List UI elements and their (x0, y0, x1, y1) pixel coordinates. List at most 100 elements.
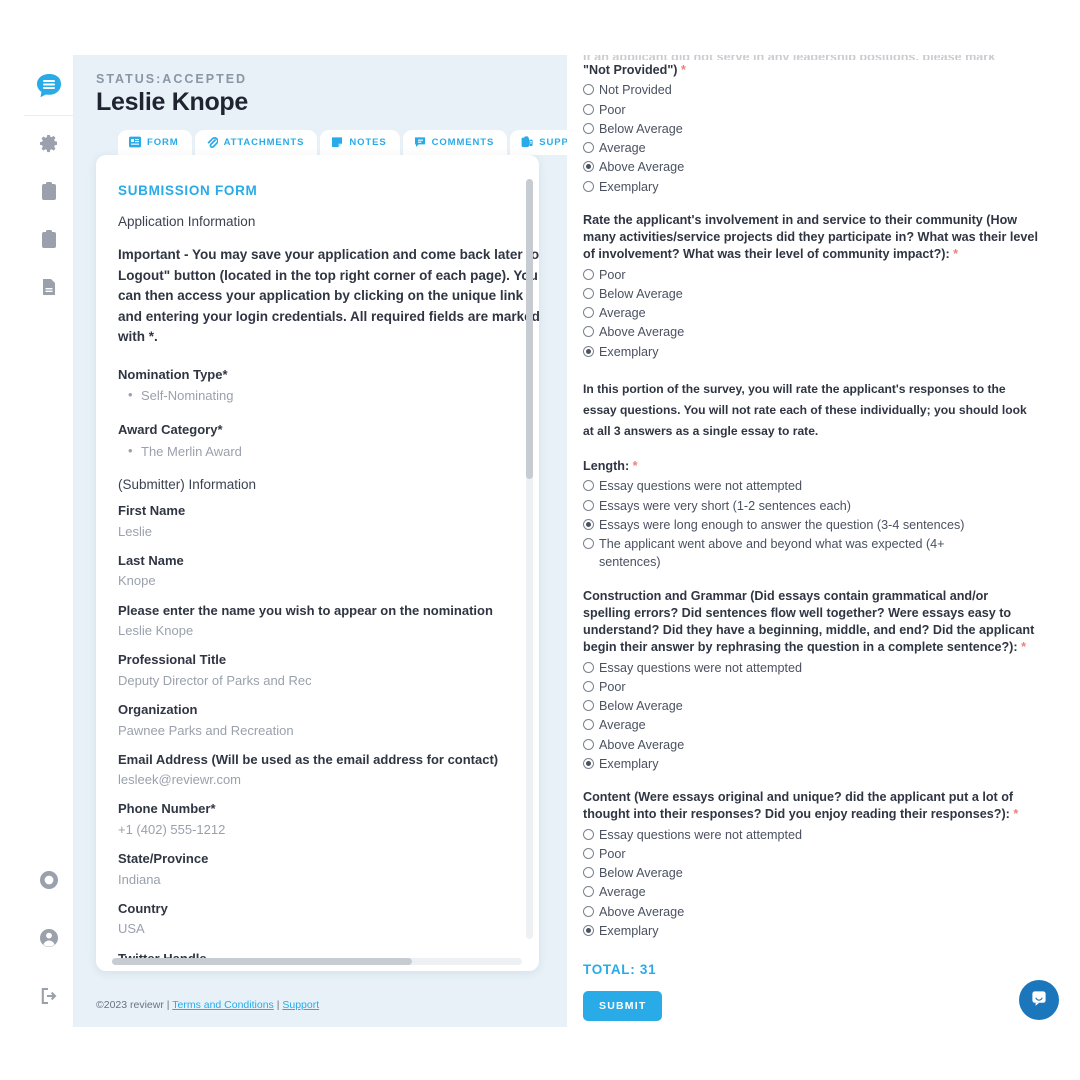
submit-button[interactable]: SUBMIT (583, 991, 663, 1022)
radio-icon[interactable] (583, 84, 594, 96)
page-title: Leslie Knope (96, 88, 248, 116)
chat-launcher-button[interactable] (1019, 980, 1059, 1020)
twitter-link[interactable]: https://twitter.com/theknope?lang=en (118, 970, 517, 971)
radio-option[interactable]: Average (583, 304, 1038, 322)
radio-option-selected[interactable]: Exemplary (583, 755, 1038, 773)
sidebar-item-reports[interactable] (25, 270, 73, 308)
reviewr-logo-icon[interactable] (25, 63, 73, 111)
radio-icon[interactable] (583, 307, 594, 318)
radio-option[interactable]: Below Average (583, 864, 1038, 882)
radio-icon[interactable] (583, 122, 594, 134)
field-label: Last Name (118, 552, 184, 568)
question-1-label: "Not Provided") (583, 63, 678, 77)
field-value: Leslie (118, 523, 152, 539)
form-horizontal-scrollbar-thumb[interactable] (112, 958, 412, 965)
option-label: Exemplary (599, 756, 659, 771)
radio-icon-selected[interactable] (583, 924, 594, 936)
radio-option[interactable]: Not Provided (583, 81, 1038, 99)
total-score: TOTAL: 31 (583, 962, 657, 978)
sidebar-item-settings[interactable] (25, 126, 73, 164)
radio-icon[interactable] (583, 719, 594, 731)
field-label: Organization (118, 701, 198, 717)
radio-option-selected[interactable]: Essays were long enough to answer the qu… (583, 516, 1038, 534)
radio-option[interactable]: Poor (583, 678, 1038, 696)
radio-icon[interactable] (583, 905, 594, 917)
radio-option[interactable]: Above Average (583, 736, 1038, 754)
radio-icon[interactable] (583, 480, 594, 492)
radio-option[interactable]: Poor (583, 266, 1038, 284)
radio-icon[interactable] (583, 847, 594, 859)
radio-icon[interactable] (583, 268, 594, 280)
radio-icon[interactable] (583, 700, 594, 712)
submission-form-card: SUBMISSION FORM Application Information … (96, 155, 539, 971)
question-5-label: Content (Were essays original and unique… (583, 790, 1014, 822)
radio-icon[interactable] (583, 680, 594, 692)
field-value: Leslie Knope (118, 623, 194, 639)
document-icon (40, 277, 58, 302)
sidebar-item-evaluations[interactable] (25, 222, 73, 260)
radio-icon[interactable] (583, 661, 594, 673)
radio-option[interactable]: Above Average (583, 903, 1038, 921)
radio-option-selected[interactable]: Above Average (583, 158, 1038, 176)
sidebar-item-submissions[interactable] (25, 174, 73, 212)
note-icon (331, 136, 343, 148)
tab-attachments[interactable]: ATTACHMENTS (194, 130, 318, 155)
radio-icon-selected[interactable] (583, 757, 594, 769)
radio-option[interactable]: Essays were very short (1-2 sentences ea… (583, 497, 1038, 515)
support-link[interactable]: Support (282, 999, 319, 1011)
question-5-options: Essay questions were not attempted Poor … (583, 826, 1038, 941)
radio-option[interactable]: The applicant went above and beyond what… (583, 535, 1038, 572)
intro-line: Logout" button (located in the top right… (118, 267, 538, 283)
intro-line: Important - You may save your applicatio… (118, 247, 539, 262)
radio-icon[interactable] (583, 142, 594, 153)
tab-notes[interactable]: NOTES (320, 130, 400, 155)
radio-icon-selected[interactable] (583, 345, 594, 357)
form-section-title: SUBMISSION FORM (118, 183, 258, 198)
radio-icon[interactable] (583, 538, 594, 550)
radio-icon-selected[interactable] (583, 518, 594, 530)
form-intro-paragraph: Important - You may save your applicatio… (118, 245, 539, 348)
radio-icon[interactable] (583, 886, 594, 898)
radio-icon[interactable] (583, 287, 594, 299)
submission-form-content: SUBMISSION FORM Application Information … (96, 155, 539, 971)
copyright-text: ©2023 reviewr | (96, 999, 173, 1011)
radio-option[interactable]: Poor (583, 101, 1038, 119)
radio-icon[interactable] (583, 828, 594, 840)
terms-link[interactable]: Terms and Conditions (172, 999, 274, 1011)
radio-option[interactable]: Exemplary (583, 178, 1038, 196)
option-label: Poor (599, 267, 626, 282)
radio-icon[interactable] (583, 103, 594, 115)
tab-supplemental[interactable]: SUPPLEMENTAL (510, 130, 567, 155)
radio-option[interactable]: Essay questions were not attempted (583, 477, 1038, 495)
comment-icon (414, 136, 426, 148)
radio-option[interactable]: Below Average (583, 285, 1038, 303)
radio-option[interactable]: Average (583, 139, 1038, 157)
radio-icon[interactable] (583, 326, 594, 338)
required-marker: * (632, 459, 638, 474)
radio-icon[interactable] (583, 867, 594, 879)
radio-icon[interactable] (583, 180, 594, 192)
tab-comments[interactable]: COMMENTS (402, 130, 508, 155)
radio-icon[interactable] (583, 499, 594, 511)
tab-form[interactable]: FORM (118, 130, 192, 155)
form-vertical-scrollbar-thumb[interactable] (526, 179, 533, 479)
question-1-text: "Not Provided") * (583, 62, 1038, 79)
radio-icon[interactable] (583, 738, 594, 750)
sidebar-item-account[interactable] (25, 921, 73, 959)
radio-option[interactable]: Poor (583, 845, 1038, 863)
question-2-label: Rate the applicant's involvement in and … (583, 212, 1038, 262)
option-label: Essays were long enough to answer the qu… (599, 517, 965, 532)
radio-option[interactable]: Average (583, 716, 1038, 734)
radio-option[interactable]: Essay questions were not attempted (583, 826, 1038, 844)
radio-option[interactable]: Below Average (583, 697, 1038, 715)
radio-option[interactable]: Above Average (583, 323, 1038, 341)
radio-icon-selected[interactable] (583, 161, 594, 173)
sidebar-item-help[interactable] (25, 863, 73, 901)
radio-option-selected[interactable]: Exemplary (583, 343, 1038, 361)
sidebar-item-logout[interactable] (25, 979, 73, 1017)
radio-option[interactable]: Essay questions were not attempted (583, 659, 1038, 677)
radio-option[interactable]: Average (583, 883, 1038, 901)
radio-option-selected[interactable]: Exemplary (583, 922, 1038, 940)
chat-bubble-icon (1029, 988, 1049, 1013)
radio-option[interactable]: Below Average (583, 120, 1038, 138)
